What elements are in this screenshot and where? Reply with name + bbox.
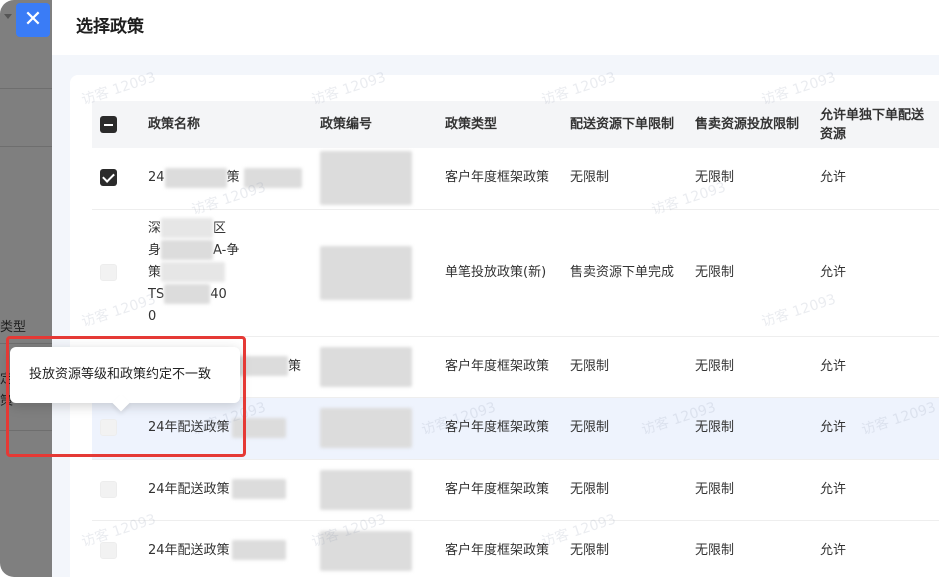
header-select-all[interactable] bbox=[92, 101, 140, 148]
backdrop-divider bbox=[0, 88, 52, 89]
policy-code-cell bbox=[312, 459, 437, 521]
delivery-limit-cell: 无限制 bbox=[562, 148, 687, 210]
redacted-block bbox=[164, 167, 227, 188]
policy-type-cell: 客户年度框架政策 bbox=[437, 397, 562, 460]
redacted-block bbox=[231, 417, 286, 438]
header-allow-single: 允许单独下单配送资源 bbox=[820, 107, 925, 142]
policy-type-cell: 客户年度框架政策 bbox=[437, 336, 562, 398]
backdrop-label-type: 类型 bbox=[0, 320, 27, 335]
redacted-block bbox=[231, 479, 286, 499]
select-policy-drawer: 选择政策 政策名称 政策编号 政策类型 配送资源下单限制 售卖资源投放限制 允许… bbox=[52, 0, 939, 577]
row-checkbox bbox=[100, 480, 117, 498]
sale-limit-cell: 无限制 bbox=[687, 397, 812, 460]
policy-name-cell: 24 策 bbox=[140, 148, 312, 210]
table-header-row: 政策名称 政策编号 政策类型 配送资源下单限制 售卖资源投放限制 允许单独下单配… bbox=[92, 101, 939, 148]
header-delivery-limit: 配送资源下单限制 bbox=[570, 117, 675, 132]
allow-single-cell: 允许 bbox=[812, 148, 939, 210]
close-icon: ✕ bbox=[23, 7, 43, 32]
redacted-block bbox=[320, 530, 412, 571]
delivery-limit-cell: 售卖资源下单完成 bbox=[562, 209, 687, 337]
disabled-reason-tooltip: 投放资源等级和政策约定不一致 bbox=[10, 347, 240, 403]
allow-single-cell: 允许 bbox=[812, 336, 939, 398]
table-row[interactable]: 24 策 客户年度框架政策 无限制 无限制 允许 bbox=[92, 148, 939, 210]
close-button[interactable]: ✕ bbox=[16, 3, 50, 37]
allow-single-cell: 允许 bbox=[812, 397, 939, 460]
policy-name-cell: 24年配送政策 bbox=[140, 397, 312, 460]
redacted-block bbox=[320, 346, 412, 387]
page-backdrop[interactable]: 类型 定 策 bbox=[0, 0, 52, 577]
policy-table-card: 政策名称 政策编号 政策类型 配送资源下单限制 售卖资源投放限制 允许单独下单配… bbox=[70, 75, 939, 577]
drawer-title: 选择政策 bbox=[76, 17, 144, 37]
policy-code-cell bbox=[312, 148, 437, 210]
header-policy-code: 政策编号 bbox=[320, 117, 373, 132]
policy-name-cell: 深区 身 A-争 策 TS 40 0 bbox=[140, 209, 312, 337]
policy-code-cell bbox=[312, 209, 437, 337]
table-row[interactable]: 24年配送政策 客户年度框架政策 无限制 无限制 允许 bbox=[92, 459, 939, 521]
sale-limit-cell: 无限制 bbox=[687, 520, 812, 577]
chevron-down-icon bbox=[4, 14, 12, 19]
policy-code-cell bbox=[312, 520, 437, 577]
header-sale-limit: 售卖资源投放限制 bbox=[695, 117, 800, 132]
allow-single-cell: 允许 bbox=[812, 209, 939, 337]
backdrop-divider bbox=[0, 430, 52, 431]
allow-single-cell: 允许 bbox=[812, 520, 939, 577]
select-all-checkbox[interactable] bbox=[100, 116, 117, 133]
tooltip-text: 投放资源等级和政策约定不一致 bbox=[29, 367, 212, 382]
header-policy-type: 政策类型 bbox=[445, 117, 498, 132]
row-checkbox bbox=[100, 263, 117, 281]
table-row[interactable]: 深区 身 A-争 策 TS 40 0 单笔投放政策(新) 售卖资源下单完成 无限制 … bbox=[92, 209, 939, 337]
row-checkbox bbox=[100, 419, 117, 436]
policy-name-cell: 24年配送政策 bbox=[140, 459, 312, 521]
policy-type-cell: 客户年度框架政策 bbox=[437, 148, 562, 210]
policy-table: 政策名称 政策编号 政策类型 配送资源下单限制 售卖资源投放限制 允许单独下单配… bbox=[92, 101, 939, 577]
redacted-block bbox=[320, 151, 412, 206]
row-checkbox bbox=[100, 541, 117, 559]
delivery-limit-cell: 无限制 bbox=[562, 459, 687, 521]
redacted-block bbox=[231, 540, 286, 560]
sale-limit-cell: 无限制 bbox=[687, 336, 812, 398]
allow-single-cell: 允许 bbox=[812, 459, 939, 521]
row-checkbox[interactable] bbox=[100, 169, 117, 187]
policy-type-cell: 客户年度框架政策 bbox=[437, 520, 562, 577]
sale-limit-cell: 无限制 bbox=[687, 148, 812, 210]
policy-name-cell: 24年配送政策 bbox=[140, 520, 312, 577]
header-policy-name: 政策名称 bbox=[148, 117, 201, 132]
table-row[interactable]: 24年配送政策 客户年度框架政策 无限制 无限制 允许 bbox=[92, 520, 939, 577]
policy-type-cell: 单笔投放政策(新) bbox=[437, 209, 562, 337]
table-row-hovered[interactable]: 24年配送政策 客户年度框架政策 无限制 无限制 允许 bbox=[92, 397, 939, 460]
sale-limit-cell: 无限制 bbox=[687, 209, 812, 337]
backdrop-divider bbox=[0, 146, 52, 147]
drawer-body: 政策名称 政策编号 政策类型 配送资源下单限制 售卖资源投放限制 允许单独下单配… bbox=[52, 55, 939, 577]
redacted-block bbox=[320, 408, 412, 448]
redacted-block bbox=[320, 245, 412, 300]
sale-limit-cell: 无限制 bbox=[687, 459, 812, 521]
delivery-limit-cell: 无限制 bbox=[562, 397, 687, 460]
delivery-limit-cell: 无限制 bbox=[562, 336, 687, 398]
delivery-limit-cell: 无限制 bbox=[562, 520, 687, 577]
policy-code-cell bbox=[312, 336, 437, 398]
redacted-block bbox=[243, 167, 302, 188]
policy-type-cell: 客户年度框架政策 bbox=[437, 459, 562, 521]
redacted-block bbox=[320, 469, 412, 510]
policy-code-cell bbox=[312, 397, 437, 460]
backdrop-divider bbox=[0, 343, 52, 344]
